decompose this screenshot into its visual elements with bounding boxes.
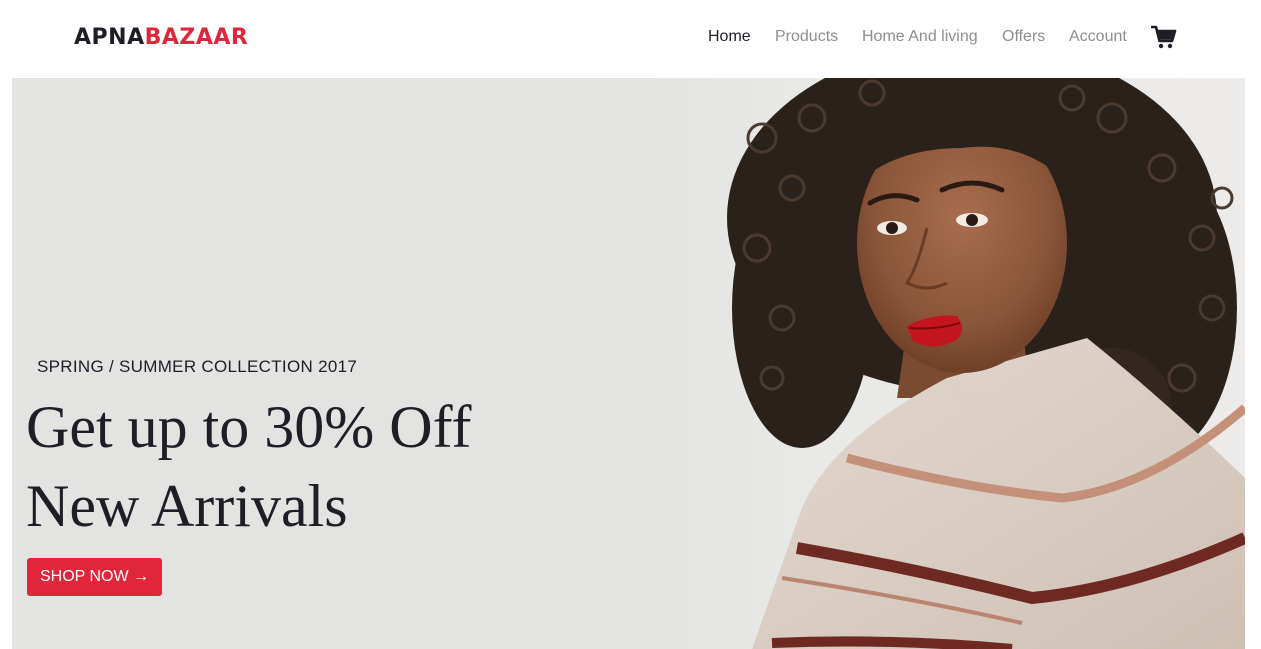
hero-headline-line1: Get up to 30% Off — [26, 394, 472, 460]
brand-logo[interactable]: APNABAZAAR — [74, 24, 248, 52]
hero-headline: Get up to 30% Off New Arrivals — [26, 388, 472, 546]
nav-home-and-living-link[interactable]: Home And living — [862, 27, 978, 47]
brand-logo-part1: APNA — [74, 25, 145, 50]
shopping-cart-icon[interactable] — [1150, 24, 1177, 50]
hero-banner: SPRING / SUMMER COLLECTION 2017 Get up t… — [12, 78, 1245, 649]
nav-products-link[interactable]: Products — [775, 27, 838, 47]
nav-account-link[interactable]: Account — [1069, 27, 1127, 47]
top-navbar: APNABAZAAR Home Products Home And living… — [0, 0, 1261, 78]
nav-offers-link[interactable]: Offers — [1002, 27, 1045, 47]
brand-logo-part2: BAZAAR — [144, 25, 249, 50]
shop-now-button[interactable]: SHOP NOW → — [27, 558, 162, 596]
nav-home-link[interactable]: Home — [708, 27, 751, 47]
hero-headline-line2: New Arrivals — [26, 473, 348, 539]
hero-subtitle: SPRING / SUMMER COLLECTION 2017 — [37, 357, 358, 376]
